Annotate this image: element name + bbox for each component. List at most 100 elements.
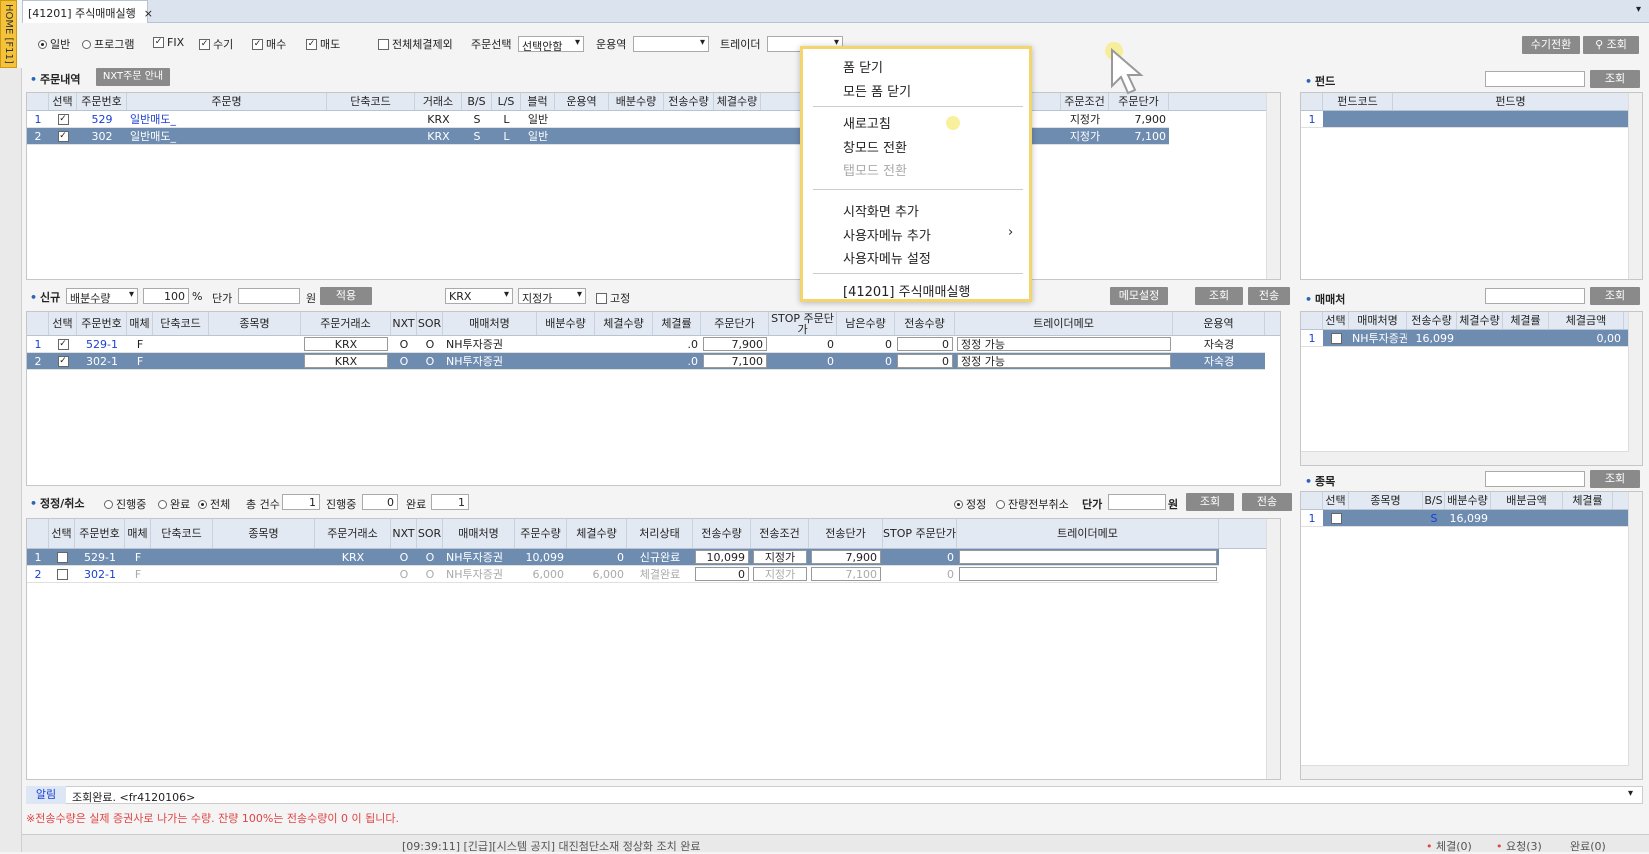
send-price-input[interactable]: 7,100 xyxy=(811,567,881,581)
menu-close-form[interactable]: 폼 닫기 xyxy=(843,57,883,76)
broker-query-button[interactable]: 조회 xyxy=(1590,287,1640,305)
price-input[interactable]: 7,100 xyxy=(703,354,767,368)
table-row[interactable]: 2 ✓ 302-1 F KRX O O NH투자증권 .0 7,100 0 0 0 정정 가능 자숙경 xyxy=(27,353,1265,370)
send-price-input[interactable]: 7,900 xyxy=(811,550,881,564)
radio-cancel-rest[interactable]: 잔량전부취소 xyxy=(996,496,1069,512)
row-checkbox[interactable] xyxy=(56,551,68,563)
send-qty-input[interactable]: 0 xyxy=(695,567,749,581)
chevron-down-icon[interactable]: ▾ xyxy=(1628,788,1633,799)
vertical-scrollbar[interactable] xyxy=(1628,93,1642,279)
send-condition-select[interactable]: 지정가 xyxy=(753,550,807,564)
radio-all[interactable]: 전체 xyxy=(198,496,230,512)
column-header: 배분수량 xyxy=(609,93,664,110)
menu-add-start-screen[interactable]: 시작화면 추가 xyxy=(843,201,919,220)
price-input[interactable]: 7,900 xyxy=(703,337,767,351)
exchange: KRX xyxy=(341,550,365,564)
radio-normal[interactable]: 일반 xyxy=(38,36,70,52)
vertical-scrollbar[interactable] xyxy=(1628,312,1642,452)
column-header: 전송조건 xyxy=(751,519,809,548)
close-icon[interactable]: × xyxy=(144,7,153,20)
send-qty-input[interactable]: 0 xyxy=(897,337,953,351)
column-header: 체결금액 xyxy=(1549,312,1624,329)
menu-refresh[interactable]: 새로고침 xyxy=(843,113,891,132)
nxt-guide-button[interactable]: NXT주문 안내 xyxy=(96,68,170,86)
radio-complete[interactable]: 완료 xyxy=(158,496,190,512)
fund-query-button[interactable]: 조회 xyxy=(1590,70,1640,88)
percent-input[interactable]: 100 xyxy=(143,288,189,304)
memo-setting-button[interactable]: 메모설정 xyxy=(1110,287,1168,305)
menu-close-all-forms[interactable]: 모든 폼 닫기 xyxy=(843,81,911,100)
row-checkbox[interactable]: ✓ xyxy=(57,113,69,125)
manual-switch-button[interactable]: 수기전환 xyxy=(1522,36,1580,54)
table-row[interactable]: 1 NH투자증권 16,099 0,00 xyxy=(1301,330,1629,347)
row-checkbox[interactable] xyxy=(56,568,68,580)
fund-manager-select[interactable] xyxy=(633,36,709,52)
menu-screen-name[interactable]: [41201] 주식매매실행 xyxy=(843,281,970,300)
check-exclude-filled[interactable]: 전체체결제외 xyxy=(378,36,453,52)
horizontal-scrollbar[interactable] xyxy=(1301,451,1642,465)
menu-user-menu-settings[interactable]: 사용자메뉴 설정 xyxy=(843,248,931,267)
check-fix[interactable]: ✓ FIX xyxy=(153,36,184,49)
tab-stock-trading[interactable]: [41201] 주식매매실행 × xyxy=(22,0,153,23)
trader-memo-input[interactable]: 정정 가능 xyxy=(957,354,1171,368)
condition-select[interactable]: 지정가 xyxy=(518,288,586,304)
row-checkbox[interactable]: ✓ xyxy=(57,338,69,350)
exchange xyxy=(315,566,391,582)
table-row[interactable]: 1 529-1 F KRX O O NH투자증권 10,099 0 신규완료 10,099 지정가 7,… xyxy=(27,549,1219,566)
apply-button[interactable]: 적용 xyxy=(320,287,372,305)
sor: O xyxy=(425,337,435,351)
stock-query-button[interactable]: 조회 xyxy=(1590,470,1640,488)
row-checkbox[interactable] xyxy=(1330,512,1342,524)
search-button[interactable]: ⚲ 조회 xyxy=(1583,36,1639,54)
amend-query-button[interactable]: 조회 xyxy=(1186,493,1234,511)
distribution-select[interactable]: 배분수량 xyxy=(66,288,138,304)
vertical-scrollbar[interactable] xyxy=(1266,93,1280,279)
send-qty-input[interactable]: 10,099 xyxy=(695,550,749,564)
new-query-button[interactable]: 조회 xyxy=(1195,287,1243,305)
check-sell[interactable]: ✓ 매도 xyxy=(306,36,340,52)
order-select[interactable]: 선택안함 xyxy=(518,36,584,52)
amend-price-input[interactable] xyxy=(1108,494,1166,510)
price-cell: 7,100 xyxy=(701,353,769,369)
fund-search-input[interactable] xyxy=(1485,71,1585,87)
row-checkbox[interactable]: ✓ xyxy=(57,355,69,367)
broker-title: 매매처 xyxy=(1305,291,1345,307)
row-checkbox[interactable] xyxy=(1330,332,1342,344)
amend-send-button[interactable]: 전송 xyxy=(1242,493,1292,511)
table-row[interactable]: 1 S 16,099 xyxy=(1301,510,1629,527)
order-qty: 10,099 xyxy=(525,550,565,564)
price-input[interactable] xyxy=(238,288,300,304)
table-row[interactable]: 2 302-1 F O O NH투자증권 6,000 6,000 체결완료 0 지정가 7,100 0 xyxy=(27,566,1219,583)
fix-check[interactable]: 고정 xyxy=(596,290,630,306)
radio-program[interactable]: 프로그램 xyxy=(82,36,134,52)
radio-amend[interactable]: 정정 xyxy=(954,496,986,512)
radio-in-progress[interactable]: 진행중 xyxy=(104,496,146,512)
column-header: 펀드명 xyxy=(1393,93,1629,110)
horizontal-scrollbar[interactable] xyxy=(1301,765,1642,779)
stock-search-input[interactable] xyxy=(1485,471,1585,487)
send-qty-input[interactable]: 0 xyxy=(897,354,953,368)
trader-memo-input[interactable] xyxy=(959,550,1217,564)
exchange-input[interactable]: KRX xyxy=(304,337,388,351)
vertical-scrollbar[interactable] xyxy=(1628,492,1642,766)
vertical-scrollbar[interactable] xyxy=(1266,519,1280,779)
menu-window-mode[interactable]: 창모드 전환 xyxy=(843,137,907,156)
check-manual[interactable]: ✓ 수기 xyxy=(199,36,233,52)
trader-memo-input[interactable]: 정정 가능 xyxy=(957,337,1171,351)
exchange-select[interactable]: KRX xyxy=(445,288,513,304)
table-row[interactable]: 1 xyxy=(1301,111,1629,128)
send-price-cell: 7,900 xyxy=(809,549,883,565)
column-header: 선택 xyxy=(1323,312,1349,329)
row-checkbox[interactable]: ✓ xyxy=(57,130,69,142)
table-row[interactable]: 1 ✓ 529-1 F KRX O O NH투자증권 .0 7,900 0 0 0 정정 가능 자숙경 xyxy=(27,336,1265,353)
broker-search-input[interactable] xyxy=(1485,288,1585,304)
grid-header: 선택 주문번호 매체 단축코드 종목명 주문거래소 NXT SOR 매매처명 주문수량 체결수량 처리… xyxy=(27,519,1280,549)
exchange-input[interactable]: KRX xyxy=(304,354,388,368)
new-send-button[interactable]: 전송 xyxy=(1248,287,1290,305)
menu-add-user-menu[interactable]: 사용자메뉴 추가 xyxy=(843,225,931,244)
send-condition-select[interactable]: 지정가 xyxy=(753,567,807,581)
chevron-down-icon[interactable]: ▾ xyxy=(1636,4,1641,15)
check-buy[interactable]: ✓ 매수 xyxy=(252,36,286,52)
trader-memo-input[interactable] xyxy=(959,567,1217,581)
home-tab[interactable]: HOME [F11] xyxy=(0,0,17,68)
